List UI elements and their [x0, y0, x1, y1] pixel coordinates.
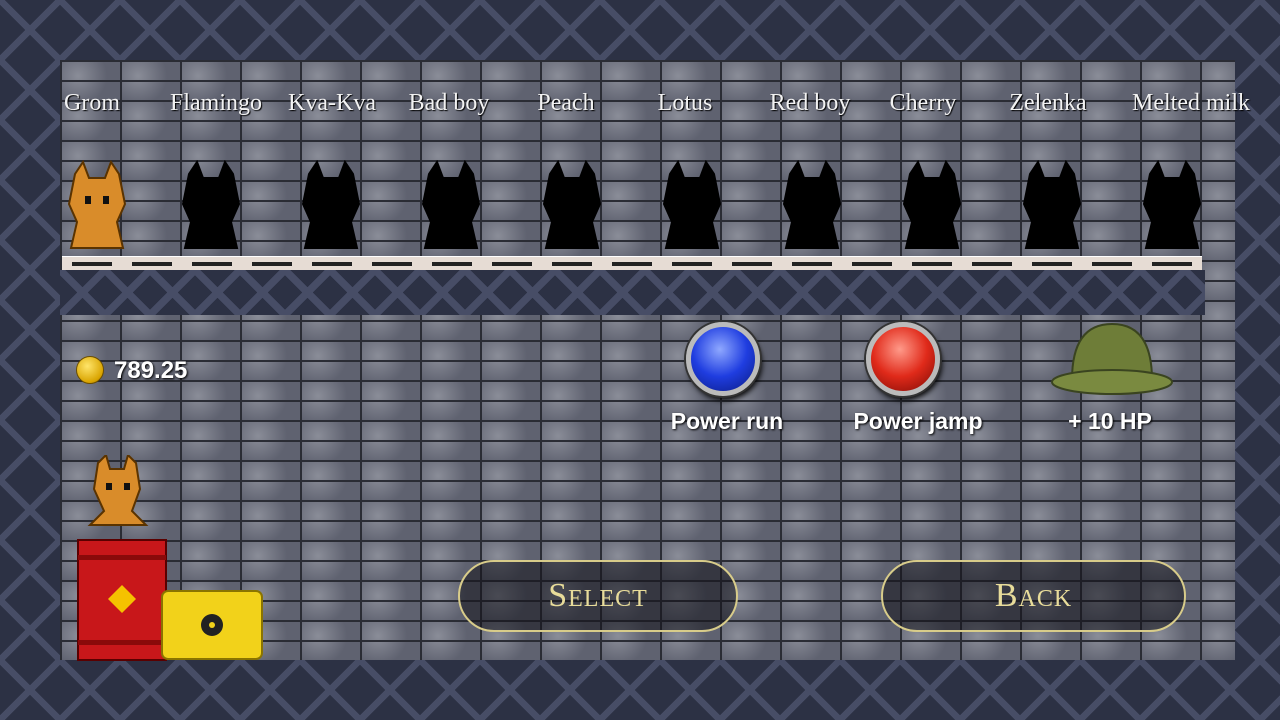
locked-character-silhouette[interactable] — [299, 159, 363, 250]
coin-balance: 789.25 — [114, 357, 188, 384]
character-name[interactable]: Lotus — [658, 90, 713, 117]
character-name[interactable]: Red boy — [770, 90, 851, 117]
powerup-label-hp: + 10 HP — [1068, 408, 1152, 434]
locked-character-silhouette[interactable] — [419, 159, 483, 250]
character-name[interactable]: Melted milk — [1132, 90, 1250, 117]
character-sprite[interactable] — [65, 159, 129, 250]
character-name[interactable]: Peach — [537, 90, 594, 117]
locked-character-silhouette[interactable] — [540, 159, 604, 250]
back-button[interactable]: Back — [881, 560, 1186, 632]
character-name[interactable]: Zelenka — [1009, 90, 1086, 117]
character-shelf — [62, 256, 1202, 270]
cat-character-icon — [87, 455, 149, 526]
blue-orb-icon[interactable] — [686, 322, 760, 396]
locked-character-silhouette[interactable] — [179, 159, 243, 250]
character-name[interactable]: Flamingo — [170, 90, 262, 117]
locked-character-silhouette[interactable] — [780, 159, 844, 250]
character-name[interactable]: Cherry — [890, 90, 957, 117]
character-name[interactable]: Grom — [64, 90, 120, 117]
select-button[interactable]: Select — [458, 560, 738, 632]
red-orb-icon[interactable] — [866, 322, 940, 396]
locked-character-silhouette[interactable] — [900, 159, 964, 250]
powerup-label-power-run: Power run — [670, 408, 784, 434]
coin-icon — [76, 356, 104, 384]
powerup-label-power-jamp: Power jamp — [853, 408, 983, 434]
barrels-decoration — [77, 455, 263, 661]
locked-character-silhouette[interactable] — [1020, 159, 1084, 250]
character-name[interactable]: Bad boy — [409, 90, 490, 117]
helmet-icon[interactable] — [1050, 318, 1175, 400]
locked-character-silhouette[interactable] — [660, 159, 724, 250]
locked-character-silhouette[interactable] — [1140, 159, 1204, 250]
character-name[interactable]: Kva-Kva — [288, 90, 376, 117]
girder-divider — [60, 270, 1205, 315]
